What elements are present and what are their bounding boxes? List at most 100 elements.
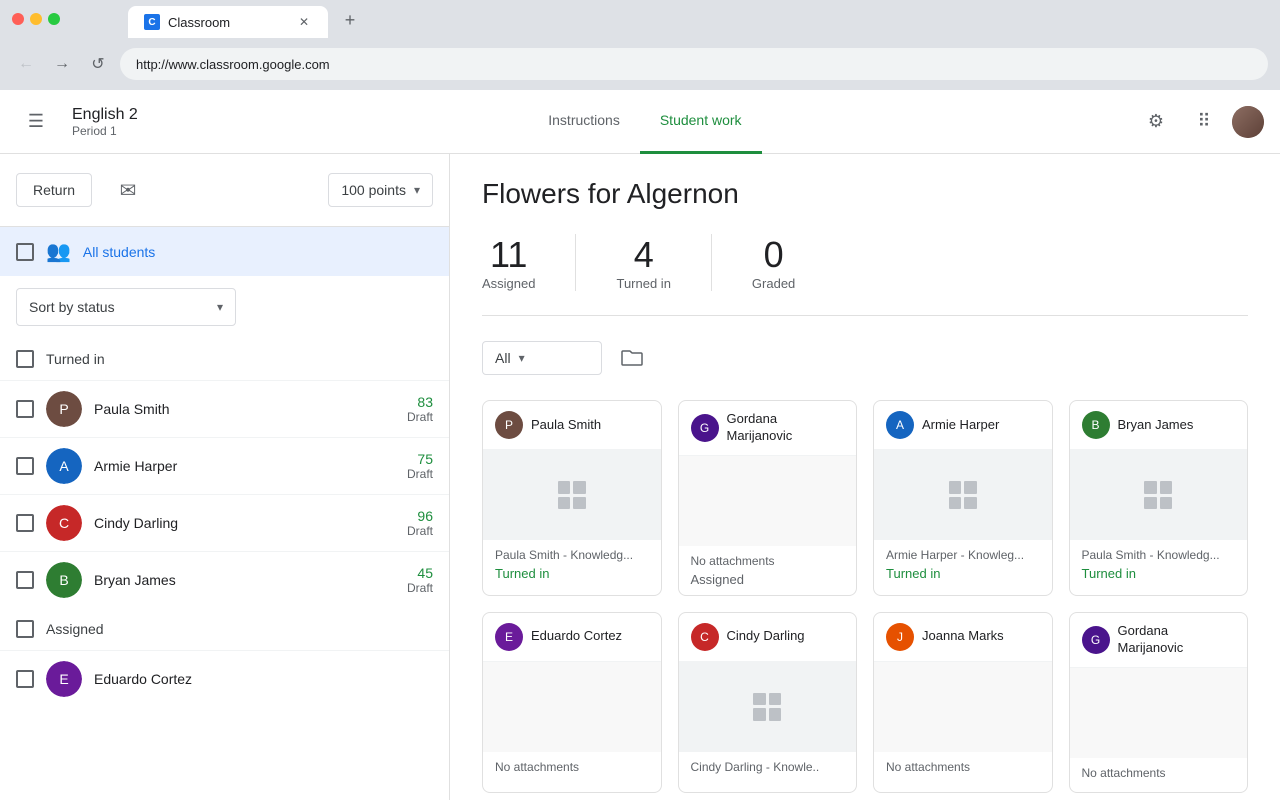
card-filename-joanna: No attachments — [886, 760, 1040, 774]
forward-button[interactable]: → — [48, 50, 76, 78]
card-avatar-bryan: B — [1082, 411, 1110, 439]
card-armie-harper[interactable]: A Armie Harper Armie Harper - Knowleg...… — [873, 400, 1053, 596]
card-filename-bryan: Paula Smith - Knowledg... — [1082, 548, 1236, 562]
card-footer-cindy: Cindy Darling - Knowle.. — [679, 752, 857, 786]
student-name-paula: Paula Smith — [94, 401, 395, 417]
card-header-cindy: C Cindy Darling — [679, 613, 857, 662]
card-status-paula: Turned in — [495, 566, 649, 581]
student-avatar-cindy: C — [46, 505, 82, 541]
student-grade-armie: 75 Draft — [407, 451, 433, 481]
menu-icon[interactable]: ☰ — [16, 102, 56, 142]
card-avatar-armie: A — [886, 411, 914, 439]
card-joanna-marks[interactable]: J Joanna Marks No attachments — [873, 612, 1053, 793]
student-grade-bryan: 45 Draft — [407, 565, 433, 595]
card-status-bryan: Turned in — [1082, 566, 1236, 581]
all-students-row[interactable]: 👥 All students — [0, 227, 449, 276]
assignment-title: Flowers for Algernon — [482, 178, 1248, 210]
maximize-traffic-light[interactable] — [48, 13, 60, 25]
card-cindy-darling[interactable]: C Cindy Darling Cindy Darling - Knowle.. — [678, 612, 858, 793]
card-footer-gordana: No attachments Assigned — [679, 546, 857, 595]
card-name-bryan: Bryan James — [1118, 417, 1194, 434]
close-traffic-light[interactable] — [12, 13, 24, 25]
minimize-traffic-light[interactable] — [30, 13, 42, 25]
tab-close-button[interactable]: ✕ — [296, 14, 312, 30]
card-filename-cindy: Cindy Darling - Knowle.. — [691, 760, 845, 774]
card-header-gordana2: G Gordana Marijanovic — [1070, 613, 1248, 668]
card-filename-gordana2: No attachments — [1082, 766, 1236, 780]
card-filename-paula: Paula Smith - Knowledg... — [495, 548, 649, 562]
all-students-checkbox[interactable] — [16, 243, 34, 261]
tab-instructions[interactable]: Instructions — [528, 90, 640, 154]
card-name-joanna: Joanna Marks — [922, 628, 1004, 645]
card-thumbnail-paula — [483, 450, 661, 540]
avatar[interactable] — [1232, 106, 1264, 138]
filter-row: All ▾ — [482, 340, 1248, 376]
card-header-joanna: J Joanna Marks — [874, 613, 1052, 662]
card-paula-smith[interactable]: P Paula Smith Paula Smith - Knowledg... … — [482, 400, 662, 596]
student-row-armie[interactable]: A Armie Harper 75 Draft — [0, 437, 449, 494]
stat-assigned: 11 Assigned — [482, 234, 575, 291]
student-row-paula[interactable]: P Paula Smith 83 Draft — [0, 380, 449, 437]
sort-row: Sort by status ▾ — [0, 276, 449, 338]
card-footer-eduardo: No attachments — [483, 752, 661, 786]
stat-turned-in: 4 Turned in — [575, 234, 710, 291]
card-name-eduardo: Eduardo Cortez — [531, 628, 622, 645]
student-checkbox-eduardo[interactable] — [16, 670, 34, 688]
sidebar-top: Return ✉ 100 points ▾ — [0, 154, 449, 227]
student-checkbox-paula[interactable] — [16, 400, 34, 418]
student-row-cindy[interactable]: C Cindy Darling 96 Draft — [0, 494, 449, 551]
student-avatar-armie: A — [46, 448, 82, 484]
url-input[interactable]: http://www.classroom.google.com — [120, 48, 1268, 80]
card-thumbnail-bryan — [1070, 450, 1248, 540]
return-button[interactable]: Return — [16, 173, 92, 207]
filter-chevron-icon: ▾ — [519, 351, 525, 365]
card-gordana2[interactable]: G Gordana Marijanovic No attachments — [1069, 612, 1249, 793]
student-row-bryan[interactable]: B Bryan James 45 Draft — [0, 551, 449, 608]
card-header-eduardo: E Eduardo Cortez — [483, 613, 661, 662]
card-header-armie: A Armie Harper — [874, 401, 1052, 450]
assigned-label: Assigned — [46, 621, 104, 637]
brand-subtitle: Period 1 — [72, 124, 138, 138]
points-chevron-icon: ▾ — [414, 183, 420, 197]
card-status-armie: Turned in — [886, 566, 1040, 581]
apps-icon[interactable]: ⠿ — [1184, 102, 1224, 142]
card-thumbnail-armie — [874, 450, 1052, 540]
card-filename-armie: Armie Harper - Knowleg... — [886, 548, 1040, 562]
reload-button[interactable]: ↺ — [84, 50, 112, 78]
student-checkbox-armie[interactable] — [16, 457, 34, 475]
card-eduardo[interactable]: E Eduardo Cortez No attachments — [482, 612, 662, 793]
card-bryan-james[interactable]: B Bryan James Paula Smith - Knowledg... … — [1069, 400, 1249, 596]
new-tab-button[interactable]: + — [336, 6, 364, 34]
tab-favicon: C — [144, 14, 160, 30]
active-tab[interactable]: C Classroom ✕ — [128, 6, 328, 38]
card-name-paula: Paula Smith — [531, 417, 601, 434]
card-header-bryan: B Bryan James — [1070, 401, 1248, 450]
folder-icon[interactable] — [614, 340, 650, 376]
card-gordana[interactable]: G Gordana Marijanovic No attachments Ass… — [678, 400, 858, 596]
card-name-gordana2: Gordana Marijanovic — [1118, 623, 1236, 657]
points-select[interactable]: 100 points ▾ — [328, 173, 433, 207]
card-thumbnail-gordana2 — [1070, 668, 1248, 758]
card-footer-bryan: Paula Smith - Knowledg... Turned in — [1070, 540, 1248, 589]
student-checkbox-cindy[interactable] — [16, 514, 34, 532]
header-nav: Instructions Student work — [154, 90, 1136, 154]
sort-select[interactable]: Sort by status ▾ — [16, 288, 236, 326]
assigned-checkbox[interactable] — [16, 620, 34, 638]
student-row-eduardo[interactable]: E Eduardo Cortez — [0, 650, 449, 707]
card-avatar-joanna: J — [886, 623, 914, 651]
card-name-cindy: Cindy Darling — [727, 628, 805, 645]
card-footer-armie: Armie Harper - Knowleg... Turned in — [874, 540, 1052, 589]
cards-grid: P Paula Smith Paula Smith - Knowledg... … — [482, 400, 1248, 793]
tab-student-work[interactable]: Student work — [640, 90, 762, 154]
student-avatar-paula: P — [46, 391, 82, 427]
card-thumbnail-cindy — [679, 662, 857, 752]
card-filename-eduardo: No attachments — [495, 760, 649, 774]
student-avatar-bryan: B — [46, 562, 82, 598]
message-icon[interactable]: ✉ — [108, 170, 148, 210]
settings-icon[interactable]: ⚙ — [1136, 102, 1176, 142]
student-checkbox-bryan[interactable] — [16, 571, 34, 589]
filter-select[interactable]: All ▾ — [482, 341, 602, 375]
traffic-lights — [12, 13, 60, 25]
back-button[interactable]: ← — [12, 50, 40, 78]
turned-in-checkbox[interactable] — [16, 350, 34, 368]
